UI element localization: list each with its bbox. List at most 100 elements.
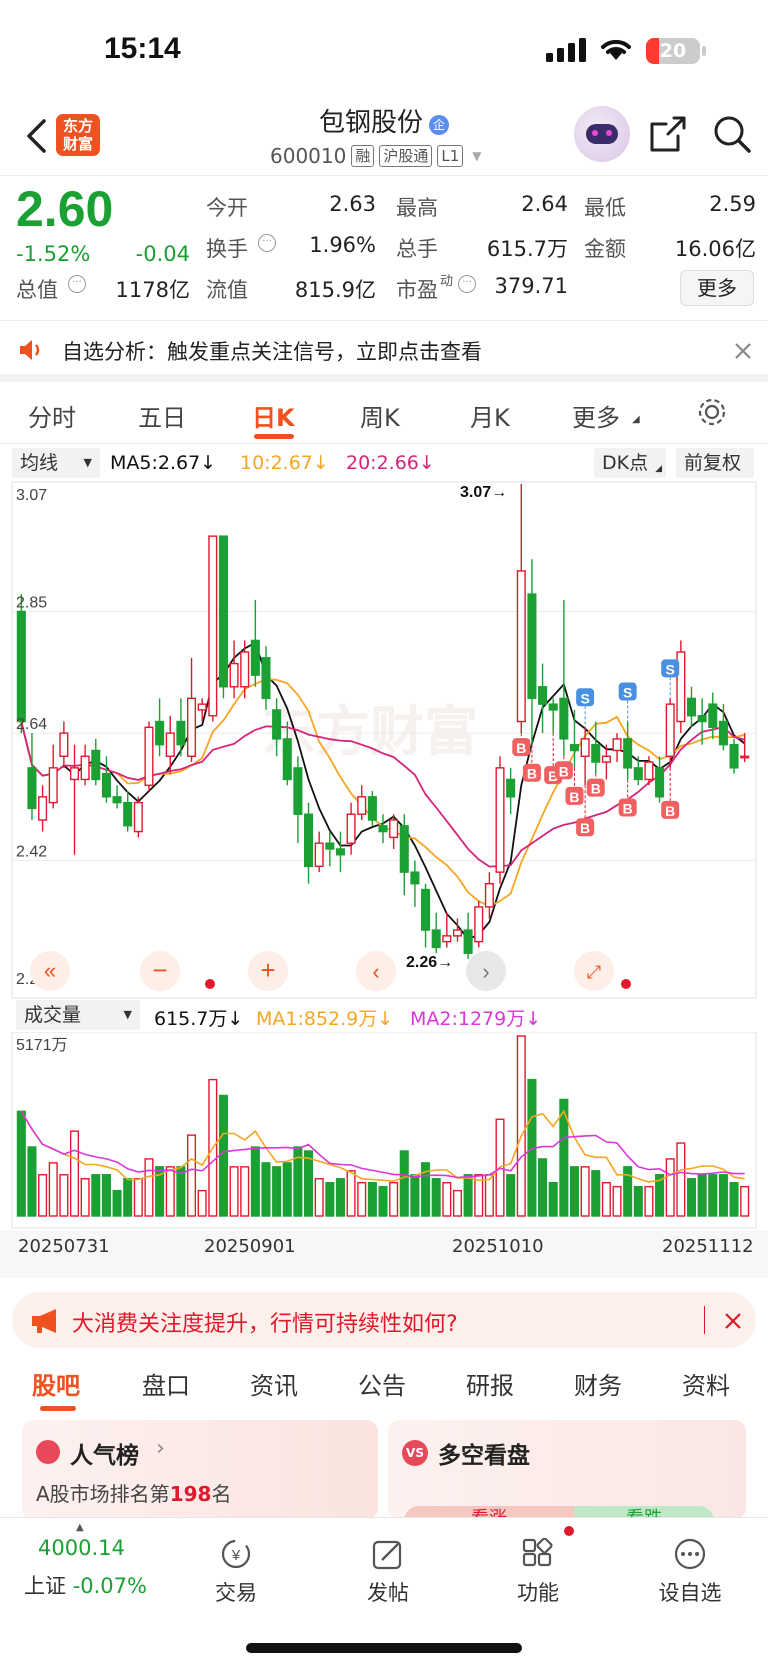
home-indicator bbox=[246, 1643, 522, 1653]
battery-level: 20 bbox=[659, 40, 687, 62]
robot-avatar[interactable] bbox=[574, 106, 630, 162]
nav-trade-label: 交易 bbox=[215, 1581, 257, 1605]
stock-code: 600010 bbox=[270, 144, 347, 168]
volume-bar bbox=[591, 1170, 601, 1217]
index-value[interactable]: 4000.14 bbox=[38, 1536, 125, 1560]
stock-code-row[interactable]: 600010 融 沪股通 L1 ▼ bbox=[270, 144, 482, 168]
enterprise-badge-icon: 企 bbox=[429, 115, 449, 135]
tag-connect: 沪股通 bbox=[379, 145, 433, 167]
notification-dot bbox=[564, 1526, 574, 1536]
turnover-value: 1.96% bbox=[309, 233, 376, 257]
red-dot bbox=[205, 979, 215, 989]
nav-post-label: 发帖 bbox=[367, 1581, 409, 1605]
volume-bar bbox=[601, 1181, 611, 1217]
volume-bar bbox=[463, 1174, 473, 1217]
nav-functions[interactable]: 功能 bbox=[488, 1537, 588, 1607]
close-icon[interactable] bbox=[734, 342, 752, 360]
candle-body bbox=[272, 709, 282, 740]
low-label: 最低 bbox=[584, 196, 626, 220]
candle-body bbox=[484, 883, 494, 908]
volume-chart[interactable]: 5171万 bbox=[0, 1032, 768, 1232]
tab-forum[interactable]: 股吧 bbox=[32, 1366, 80, 1401]
banner-text: 大消费关注度提升，行情可持续性如何? bbox=[72, 1312, 458, 1337]
info-tabs: 股吧 盘口 资讯 公告 研报 财务 资料 bbox=[0, 1356, 768, 1416]
volume-bar bbox=[16, 1110, 26, 1217]
search-icon[interactable] bbox=[712, 114, 752, 154]
dropdown-caret-icon: ▼ bbox=[123, 1008, 132, 1021]
volume-bar bbox=[346, 1170, 356, 1217]
info-icon[interactable]: ··· bbox=[258, 234, 276, 252]
ma-selector-label: 均线 bbox=[20, 452, 59, 474]
candle-body bbox=[101, 772, 111, 798]
volume-bar bbox=[665, 1158, 675, 1217]
rank-number: 198 bbox=[169, 1482, 212, 1506]
dropdown-caret-icon: ▼ bbox=[83, 456, 92, 469]
volume-bar bbox=[123, 1178, 133, 1217]
volume-bar bbox=[112, 1189, 122, 1217]
index-row[interactable]: 上证 -0.07% bbox=[24, 1570, 147, 1600]
high-annotation: 3.07→ bbox=[460, 484, 507, 501]
candle-body bbox=[740, 755, 750, 759]
nav-trade[interactable]: ¥ 交易 bbox=[186, 1538, 286, 1607]
pe-sup: 动 bbox=[440, 274, 454, 289]
volume-selector[interactable]: 成交量 ▼ bbox=[16, 1000, 140, 1030]
candle-body bbox=[516, 570, 526, 723]
nav-add-watchlist[interactable]: 设自选 bbox=[640, 1538, 740, 1607]
volume-indicator-bar: 成交量 ▼ 615.7万↓ MA1:852.9万↓ MA2:1279万↓ bbox=[0, 1000, 768, 1032]
nav-post[interactable]: 发帖 bbox=[338, 1538, 438, 1607]
tab-five-day[interactable]: 五日 bbox=[138, 398, 186, 433]
tab-news[interactable]: 资讯 bbox=[250, 1366, 298, 1401]
tab-monthly-k[interactable]: 月K bbox=[470, 398, 510, 433]
volume-bar bbox=[612, 1185, 622, 1217]
settings-gear-icon[interactable] bbox=[696, 396, 728, 428]
topic-banner[interactable]: 大消费关注度提升，行情可持续性如何? bbox=[12, 1292, 756, 1348]
tab-intraday[interactable]: 分时 bbox=[28, 398, 76, 433]
turnover-label: 换手 bbox=[206, 237, 248, 261]
nav-add-watchlist-label: 设自选 bbox=[658, 1581, 722, 1605]
volume-bar bbox=[569, 1166, 580, 1217]
volume-bar bbox=[697, 1174, 707, 1217]
buy-signal-label: B bbox=[623, 800, 633, 816]
candle-body bbox=[27, 767, 37, 810]
candle-body bbox=[495, 767, 505, 873]
candle-body bbox=[389, 819, 399, 839]
tab-announcements[interactable]: 公告 bbox=[358, 1366, 406, 1401]
kline-chart[interactable]: 东方财富 BB B BBBBB BS SS 3.072.852.642.422.20 3… bbox=[0, 480, 768, 1000]
adjust-selector[interactable]: 前复权 bbox=[676, 448, 754, 478]
info-icon[interactable]: ··· bbox=[458, 275, 476, 293]
red-dot bbox=[621, 979, 631, 989]
bull-bear-card[interactable]: VS 多空看盘 看涨 看跌 bbox=[388, 1420, 746, 1536]
tab-daily-k[interactable]: 日K bbox=[252, 398, 295, 433]
candle-body bbox=[569, 743, 580, 752]
tab-weekly-k[interactable]: 周K bbox=[360, 398, 400, 433]
candle-body bbox=[729, 743, 739, 769]
ma-selector[interactable]: 均线 ▼ bbox=[12, 448, 100, 478]
dk-point-selector[interactable]: DK点 ◢ bbox=[594, 448, 666, 478]
close-icon[interactable] bbox=[724, 1312, 742, 1330]
sell-signal-label: S bbox=[623, 685, 632, 701]
candle-body bbox=[367, 796, 377, 821]
edit-icon bbox=[372, 1540, 402, 1570]
candle-body bbox=[80, 755, 90, 781]
info-icon[interactable]: ··· bbox=[68, 275, 86, 293]
more-button[interactable]: 更多 bbox=[680, 270, 754, 306]
candle-body bbox=[325, 842, 335, 850]
rank-text: A股市场排名第198名 bbox=[36, 1478, 231, 1507]
share-icon[interactable] bbox=[648, 114, 688, 154]
volume-bar bbox=[304, 1150, 314, 1217]
volume-bar bbox=[484, 1174, 494, 1217]
tab-financials[interactable]: 财务 bbox=[574, 1366, 622, 1401]
mktcap-value: 1178亿 bbox=[115, 278, 190, 302]
price-tick-label: 3.07 bbox=[16, 487, 47, 504]
high-value: 2.64 bbox=[521, 192, 568, 216]
tab-profile[interactable]: 资料 bbox=[682, 1366, 730, 1401]
candle-body bbox=[38, 796, 48, 821]
popularity-card[interactable]: 人气榜 › A股市场排名第198名 bbox=[22, 1420, 378, 1520]
volume-bar bbox=[314, 1178, 324, 1217]
volume-bar bbox=[272, 1166, 282, 1217]
candle-body bbox=[442, 935, 452, 943]
tab-depth[interactable]: 盘口 bbox=[142, 1366, 190, 1401]
tab-more[interactable]: 更多 bbox=[572, 398, 620, 433]
tab-research[interactable]: 研报 bbox=[466, 1366, 514, 1401]
candle-body bbox=[176, 720, 186, 746]
